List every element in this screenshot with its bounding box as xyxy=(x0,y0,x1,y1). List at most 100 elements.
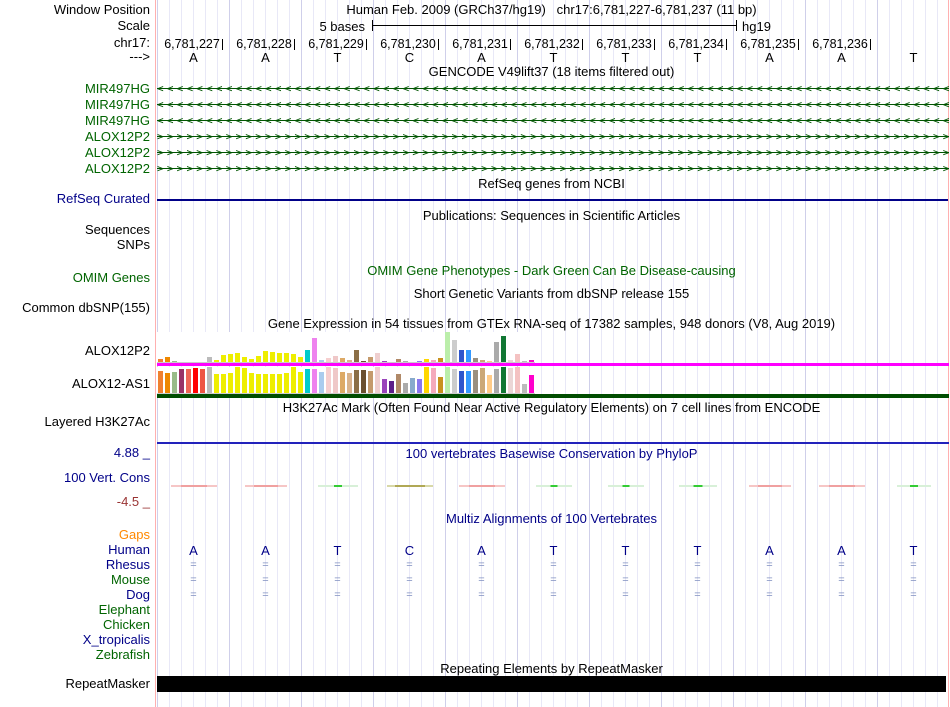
gtex-alox12as1-label[interactable]: ALOX12-AS1 xyxy=(0,377,150,391)
gtex-tissue-bar[interactable] xyxy=(186,369,191,393)
gtex-tissue-bar[interactable] xyxy=(501,336,506,362)
gtex-tissue-bar[interactable] xyxy=(522,361,527,362)
gene-label-mir497hg[interactable]: MIR497HG xyxy=(0,82,150,96)
gtex-tissue-bar[interactable] xyxy=(354,370,359,393)
gtex-tissue-bar[interactable] xyxy=(256,356,261,362)
gene-item-alox12p2[interactable]: >>>>>>>>>>>>>>>>>>>>>>>>>>>>>>>>>>>>>>>>… xyxy=(157,145,949,161)
gtex-tissue-bar[interactable] xyxy=(312,369,317,393)
gtex-tissue-bar[interactable] xyxy=(172,372,177,393)
gtex-tissue-bar[interactable] xyxy=(249,373,254,393)
gtex-tissue-bar[interactable] xyxy=(284,353,289,362)
gtex-tissue-bar[interactable] xyxy=(333,356,338,362)
gtex-tissue-bar[interactable] xyxy=(305,350,310,362)
gtex-tissue-bar[interactable] xyxy=(333,368,338,393)
gtex-tissue-bar[interactable] xyxy=(417,379,422,393)
repeatmasker-label[interactable]: RepeatMasker xyxy=(0,677,150,691)
gtex-tissue-bar[interactable] xyxy=(354,350,359,362)
gtex-tissue-bar[interactable] xyxy=(319,360,324,362)
repeatmasker-track-title[interactable]: Repeating Elements by RepeatMasker xyxy=(155,662,948,675)
gtex-tissue-bar[interactable] xyxy=(396,359,401,362)
gtex-tissue-bar[interactable] xyxy=(165,357,170,362)
gtex-tissue-bar[interactable] xyxy=(452,369,457,393)
gtex-tissue-bar[interactable] xyxy=(228,354,233,362)
gtex-tissue-bar[interactable] xyxy=(172,361,177,362)
gtex-tissue-bar[interactable] xyxy=(396,374,401,393)
gtex-tissue-bar[interactable] xyxy=(501,367,506,393)
gtex-tissue-bar[interactable] xyxy=(480,368,485,393)
gtex-tissue-bar[interactable] xyxy=(207,367,212,393)
multiz-species-elephant[interactable]: Elephant xyxy=(0,603,150,617)
gtex-tissue-bar[interactable] xyxy=(312,338,317,362)
repeatmasker-element-bar[interactable] xyxy=(157,676,946,692)
gtex-tissue-bar[interactable] xyxy=(473,370,478,393)
gtex-tissue-bar[interactable] xyxy=(284,373,289,393)
gtex-tissue-bar[interactable] xyxy=(158,371,163,393)
multiz-species-gaps[interactable]: Gaps xyxy=(0,528,150,542)
gtex-tissue-bar[interactable] xyxy=(277,374,282,393)
gtex-tissue-bar[interactable] xyxy=(207,357,212,362)
gtex-tissue-bar[interactable] xyxy=(270,352,275,362)
gtex-tissue-bar[interactable] xyxy=(249,359,254,362)
gtex-tissue-bar[interactable] xyxy=(452,340,457,362)
snps-label[interactable]: SNPs xyxy=(0,238,150,252)
multiz-species-chicken[interactable]: Chicken xyxy=(0,618,150,632)
gtex-tissue-bar[interactable] xyxy=(389,381,394,393)
gtex-alox12as1-extent-line[interactable] xyxy=(157,394,949,398)
gtex-tissue-bar[interactable] xyxy=(326,358,331,362)
gtex-tissue-bar[interactable] xyxy=(242,357,247,362)
gene-item-mir497hg[interactable]: <<<<<<<<<<<<<<<<<<<<<<<<<<<<<<<<<<<<<<<<… xyxy=(157,81,949,97)
gtex-tissue-bar[interactable] xyxy=(466,371,471,393)
common-dbsnp-label[interactable]: Common dbSNP(155) xyxy=(0,301,150,315)
gtex-tissue-bar[interactable] xyxy=(494,342,499,362)
gtex-tissue-bar[interactable] xyxy=(382,379,387,393)
gene-label-mir497hg[interactable]: MIR497HG xyxy=(0,114,150,128)
gtex-tissue-bar[interactable] xyxy=(368,371,373,393)
gtex-tissue-bar[interactable] xyxy=(319,372,324,393)
gtex-tissue-bar[interactable] xyxy=(508,368,513,393)
gtex-tissue-bar[interactable] xyxy=(263,351,268,362)
gtex-tissue-bar[interactable] xyxy=(361,361,366,362)
gtex-tissue-bar[interactable] xyxy=(494,369,499,393)
gtex-tissue-bar[interactable] xyxy=(340,358,345,362)
gtex-tissue-bar[interactable] xyxy=(431,360,436,362)
h3k27ac-signal-line[interactable] xyxy=(157,442,949,444)
multiz-species-rhesus[interactable]: Rhesus xyxy=(0,558,150,572)
gtex-tissue-bar[interactable] xyxy=(256,374,261,393)
gtex-alox12p2-extent-line[interactable] xyxy=(157,363,949,366)
sequences-label[interactable]: Sequences xyxy=(0,223,150,237)
gtex-tissue-bar[interactable] xyxy=(480,360,485,362)
gtex-tissue-bar[interactable] xyxy=(214,360,219,362)
gtex-tissue-bar[interactable] xyxy=(165,373,170,393)
gtex-tissue-bar[interactable] xyxy=(347,360,352,362)
gtex-tissue-bar[interactable] xyxy=(473,358,478,362)
gencode-track-title[interactable]: GENCODE V49lift37 (18 items filtered out… xyxy=(155,65,948,78)
gene-label-alox12p2[interactable]: ALOX12P2 xyxy=(0,146,150,160)
gtex-tissue-bar[interactable] xyxy=(515,367,520,393)
gtex-tissue-bar[interactable] xyxy=(382,361,387,362)
gtex-tissue-bar[interactable] xyxy=(375,353,380,362)
gtex-tissue-bar[interactable] xyxy=(438,358,443,362)
gtex-tissue-bar[interactable] xyxy=(466,350,471,362)
gtex-tissue-bar[interactable] xyxy=(410,378,415,393)
gtex-tissue-bar[interactable] xyxy=(515,354,520,362)
multiz-species-dog[interactable]: Dog xyxy=(0,588,150,602)
gtex-tissue-bar[interactable] xyxy=(445,367,450,393)
gtex-tissue-bar[interactable] xyxy=(522,384,527,393)
gtex-tissue-bar[interactable] xyxy=(193,368,198,393)
gtex-tissue-bar[interactable] xyxy=(235,367,240,393)
multiz-species-zebrafish[interactable]: Zebrafish xyxy=(0,648,150,662)
gtex-tissue-bar[interactable] xyxy=(277,353,282,362)
h3k27ac-track-title[interactable]: H3K27Ac Mark (Often Found Near Active Re… xyxy=(155,401,948,414)
refseq-curated-label[interactable]: RefSeq Curated xyxy=(0,192,150,206)
gtex-tissue-bar[interactable] xyxy=(368,357,373,362)
omim-track-title[interactable]: OMIM Gene Phenotypes - Dark Green Can Be… xyxy=(155,264,948,277)
gtex-tissue-bar[interactable] xyxy=(403,383,408,393)
gtex-tissue-bar[interactable] xyxy=(270,374,275,393)
gtex-tissue-bar[interactable] xyxy=(424,359,429,362)
gtex-tissue-bar[interactable] xyxy=(326,367,331,393)
gtex-tissue-bar[interactable] xyxy=(200,369,205,393)
gtex-tissue-bar[interactable] xyxy=(221,374,226,393)
gtex-tissue-bar[interactable] xyxy=(431,368,436,393)
publications-track-title[interactable]: Publications: Sequences in Scientific Ar… xyxy=(155,209,948,222)
gtex-tissue-bar[interactable] xyxy=(487,375,492,393)
